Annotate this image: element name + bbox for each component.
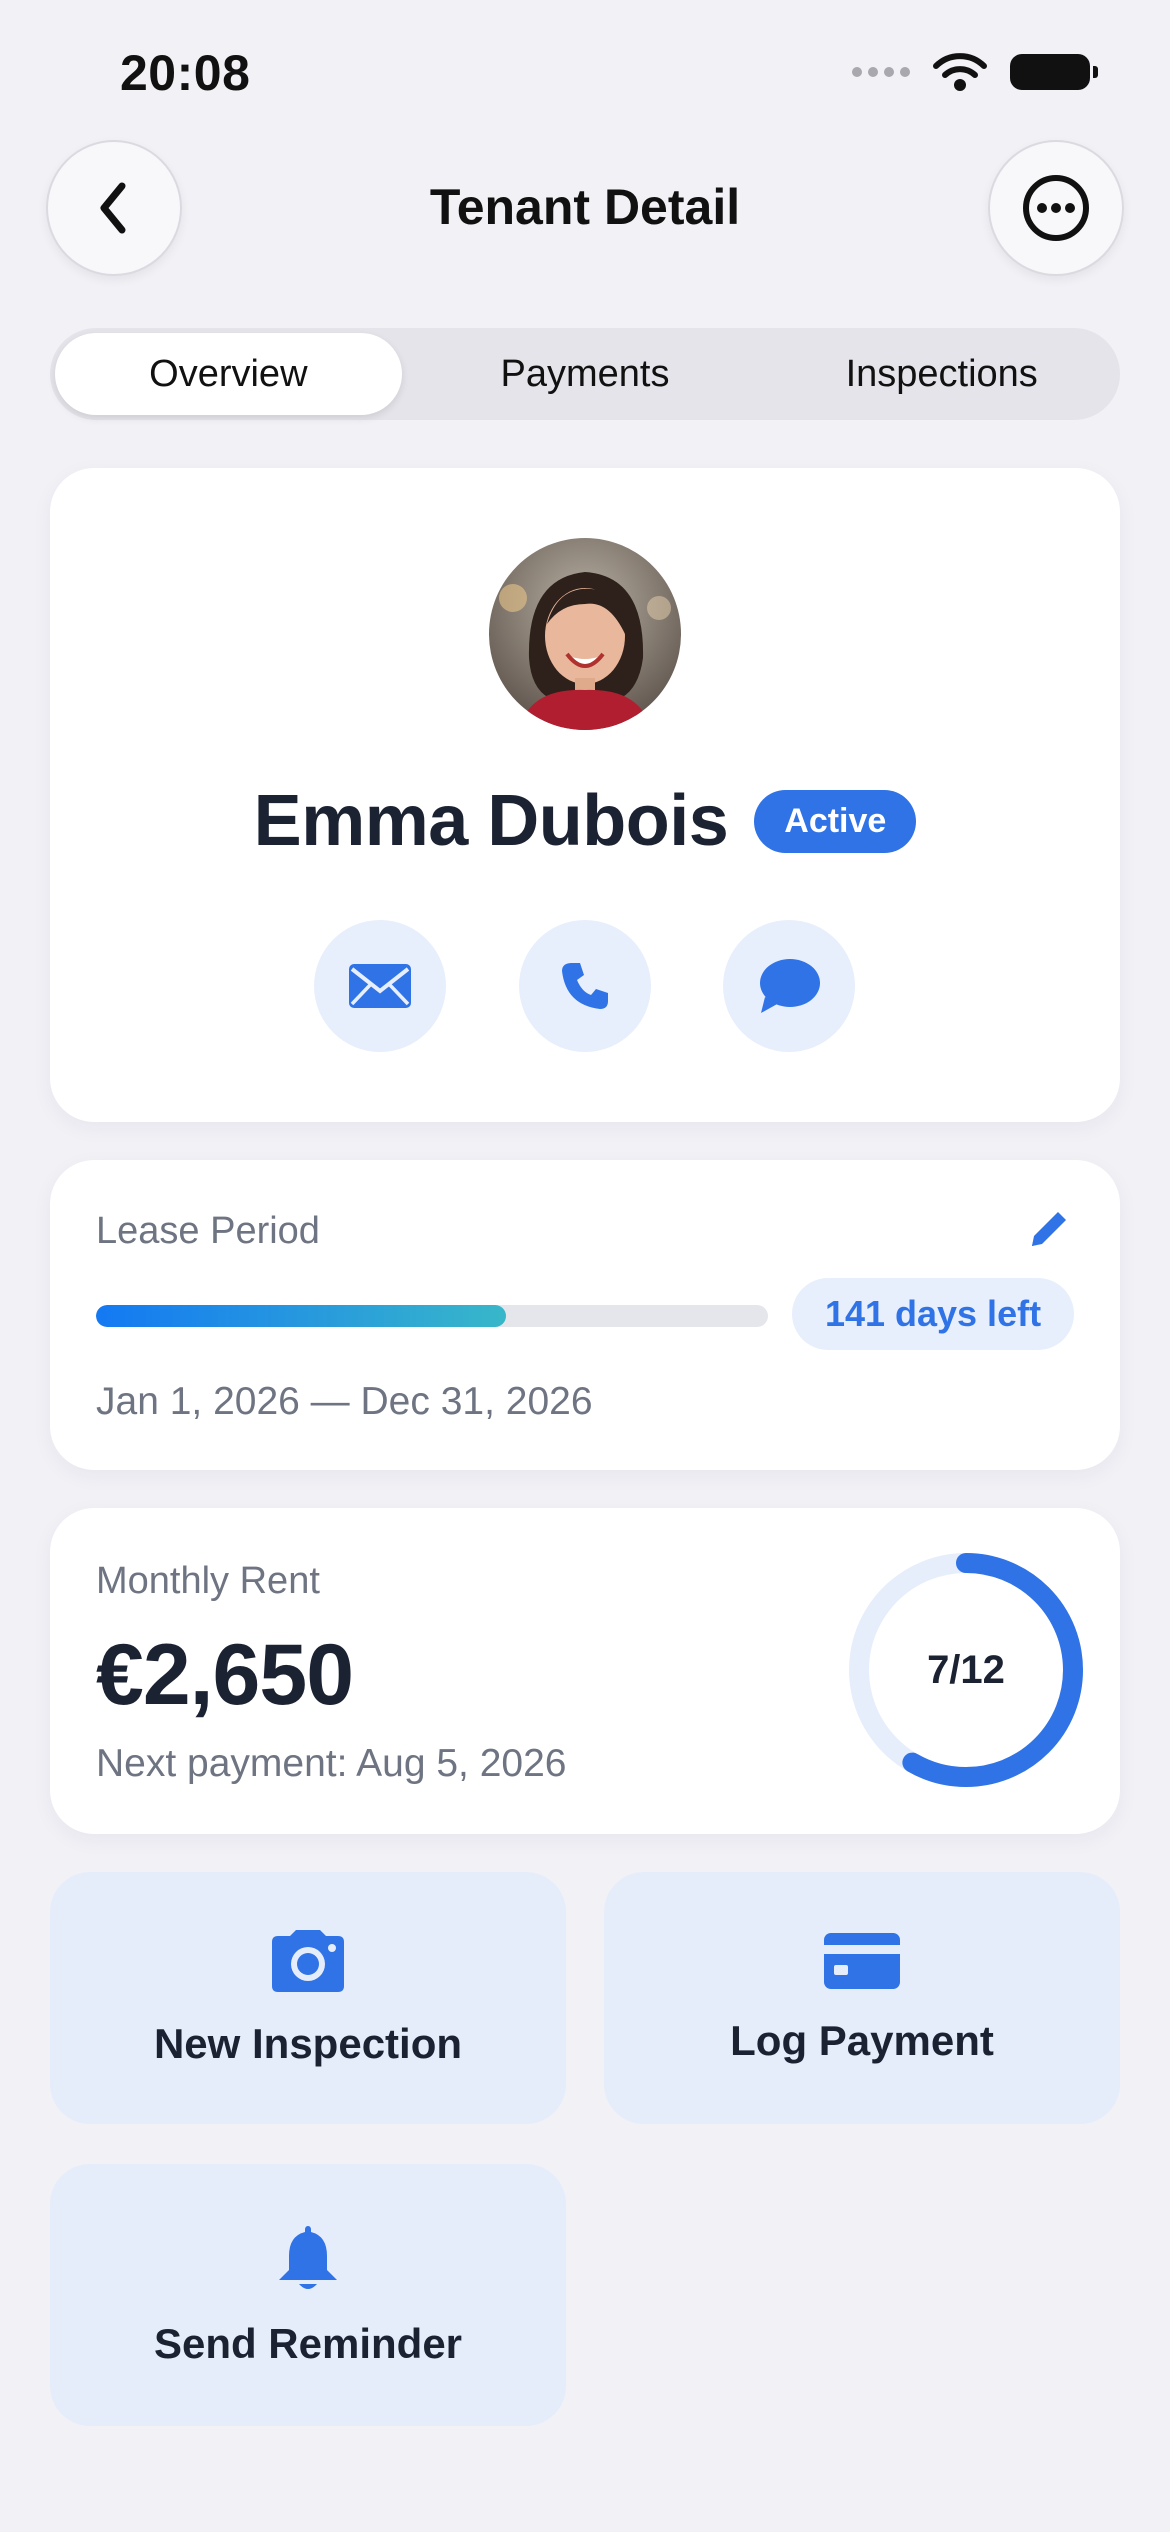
tenant-name: Emma Dubois xyxy=(253,781,729,861)
payment-progress-ring: 7/12 xyxy=(846,1550,1086,1790)
new-inspection-button[interactable]: New Inspection xyxy=(50,1872,566,2124)
edit-lease-button[interactable] xyxy=(1024,1206,1072,1259)
more-button[interactable] xyxy=(988,140,1124,276)
lease-dates: Jan 1, 2026 — Dec 31, 2026 xyxy=(96,1380,593,1423)
status-time: 20:08 xyxy=(120,45,251,101)
rent-label: Monthly Rent xyxy=(96,1560,320,1602)
send-reminder-label: Send Reminder xyxy=(153,2320,463,2367)
days-left-pill: 141 days left xyxy=(792,1278,1074,1350)
phone-button[interactable] xyxy=(519,920,651,1052)
rent-amount: €2,650 xyxy=(96,1627,354,1723)
chat-bubble-icon xyxy=(760,959,820,1013)
status-badge: Active xyxy=(754,789,917,853)
log-payment-label: Log Payment xyxy=(730,2017,994,2064)
lease-label: Lease Period xyxy=(96,1210,320,1252)
new-inspection-label: New Inspection xyxy=(153,2020,463,2067)
battery-icon xyxy=(1010,54,1098,90)
camera-icon xyxy=(272,1930,344,1992)
ellipsis-circle-icon xyxy=(1023,175,1089,241)
message-button[interactable] xyxy=(723,920,855,1052)
phone-icon xyxy=(562,963,608,1009)
send-reminder-button[interactable]: Send Reminder xyxy=(50,2164,566,2426)
status-icons xyxy=(852,52,1098,92)
email-button[interactable] xyxy=(314,920,446,1052)
log-payment-button[interactable]: Log Payment xyxy=(604,1872,1120,2124)
cellular-signal-icon xyxy=(852,67,910,77)
lease-progress-fill xyxy=(96,1305,506,1327)
tenant-name-row: Emma Dubois Active xyxy=(0,780,1170,862)
tab-bar: Overview Payments Inspections xyxy=(50,328,1120,420)
next-payment: Next payment: Aug 5, 2026 xyxy=(96,1742,567,1785)
tab-inspections[interactable]: Inspections xyxy=(768,333,1115,415)
envelope-icon xyxy=(349,964,411,1008)
wifi-icon xyxy=(933,53,987,91)
tab-overview[interactable]: Overview xyxy=(55,333,402,415)
tab-payments[interactable]: Payments xyxy=(412,333,759,415)
lease-progress-bar xyxy=(96,1305,768,1327)
bell-icon xyxy=(279,2226,337,2289)
credit-card-icon xyxy=(824,1933,900,1989)
payment-progress-text: 7/12 xyxy=(927,1647,1005,1692)
avatar xyxy=(489,538,681,730)
pencil-icon xyxy=(1032,1212,1066,1246)
